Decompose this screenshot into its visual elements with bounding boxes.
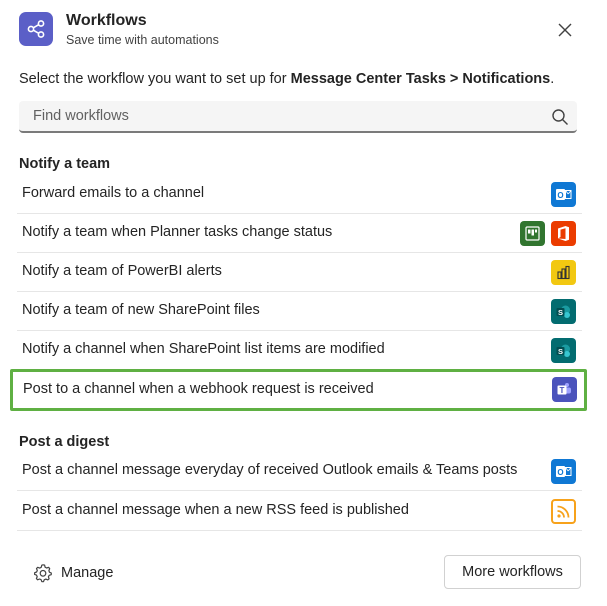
close-button[interactable] bbox=[551, 16, 579, 44]
sharepoint-icon: S bbox=[551, 299, 576, 324]
workflow-item-label: Post to a channel when a webhook request… bbox=[23, 381, 374, 397]
rss-icon bbox=[551, 499, 576, 524]
search-box[interactable] bbox=[19, 101, 577, 133]
instruction-suffix: . bbox=[550, 71, 555, 87]
workflow-item-outlook-digest[interactable]: Post a channel message everyday of recei… bbox=[17, 453, 582, 491]
workflow-item-label: Notify a channel when SharePoint list it… bbox=[22, 341, 385, 357]
workflows-dialog: Workflows Save time with automations Sel… bbox=[0, 0, 607, 606]
workflow-item-label: Post a channel message everyday of recei… bbox=[22, 462, 518, 478]
workflow-item-label: Notify a team of new SharePoint files bbox=[22, 302, 260, 318]
workflow-item-sharepoint-files[interactable]: Notify a team of new SharePoint files S bbox=[17, 293, 582, 331]
office-icon bbox=[551, 221, 576, 246]
gear-icon bbox=[34, 564, 52, 583]
svg-text:O: O bbox=[557, 191, 563, 200]
instruction-prefix: Select the workflow you want to set up f… bbox=[19, 71, 291, 87]
workflow-item-webhook[interactable]: Post to a channel when a webhook request… bbox=[10, 369, 587, 411]
instruction-target: Message Center Tasks > Notifications bbox=[290, 71, 551, 87]
share-nodes-icon bbox=[19, 12, 53, 46]
search-input[interactable] bbox=[19, 101, 553, 131]
workflow-item-powerbi-alerts[interactable]: Notify a team of PowerBI alerts bbox=[17, 254, 582, 292]
workflow-item-label: Notify a team when Planner tasks change … bbox=[22, 224, 333, 240]
workflow-item-rss-feed[interactable]: Post a channel message when a new RSS fe… bbox=[17, 493, 582, 531]
close-icon bbox=[558, 23, 572, 37]
outlook-icon: O bbox=[551, 182, 576, 207]
search-icon[interactable] bbox=[551, 108, 569, 126]
workflow-item-label: Notify a team of PowerBI alerts bbox=[22, 263, 222, 279]
manage-label: Manage bbox=[61, 565, 114, 581]
section-title-post-a-digest: Post a digest bbox=[19, 434, 110, 450]
workflow-item-planner-status[interactable]: Notify a team when Planner tasks change … bbox=[17, 215, 582, 253]
dialog-title: Workflows bbox=[66, 12, 147, 29]
workflow-item-forward-emails[interactable]: Forward emails to a channel O bbox=[17, 176, 582, 214]
outlook-icon: O bbox=[551, 459, 576, 484]
svg-text:S: S bbox=[558, 308, 563, 317]
manage-button[interactable]: Manage bbox=[33, 561, 113, 585]
workflow-item-label: Post a channel message when a new RSS fe… bbox=[22, 502, 409, 518]
more-workflows-button[interactable]: More workflows bbox=[444, 555, 581, 589]
teams-icon: T bbox=[552, 377, 577, 402]
instruction-text: Select the workflow you want to set up f… bbox=[19, 71, 554, 87]
powerbi-icon bbox=[551, 260, 576, 285]
svg-text:T: T bbox=[560, 386, 565, 395]
workflow-item-sharepoint-list[interactable]: Notify a channel when SharePoint list it… bbox=[17, 332, 582, 370]
workflow-item-label: Forward emails to a channel bbox=[22, 185, 205, 201]
sharepoint-icon: S bbox=[551, 338, 576, 363]
section-title-notify-a-team: Notify a team bbox=[19, 156, 111, 172]
dialog-subtitle: Save time with automations bbox=[66, 33, 219, 47]
planner-icon bbox=[520, 221, 545, 246]
svg-text:O: O bbox=[557, 468, 563, 477]
svg-text:S: S bbox=[558, 347, 563, 356]
